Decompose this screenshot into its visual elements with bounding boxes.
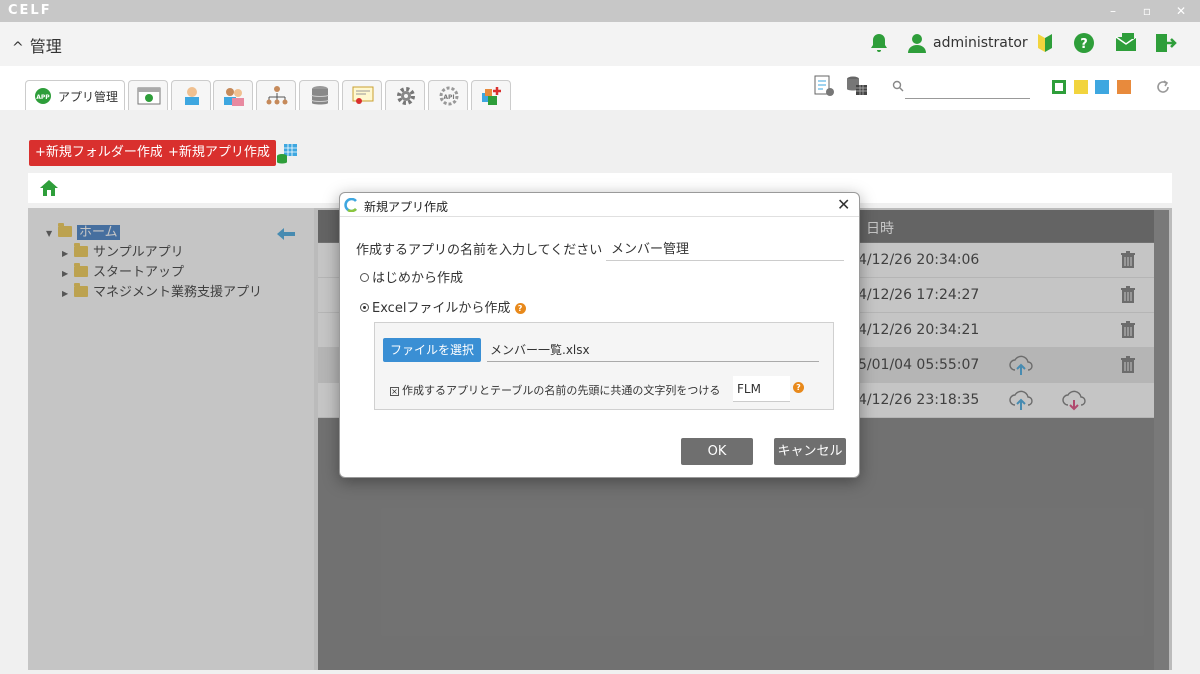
app-name-input[interactable] — [606, 234, 844, 261]
cancel-button[interactable]: キャンセル — [774, 438, 846, 465]
app-icon: APP — [35, 88, 51, 104]
color-swatch-yellow[interactable] — [1074, 80, 1088, 94]
radio-create-scratch[interactable]: はじめから作成 — [360, 267, 463, 286]
svg-text:?: ? — [1080, 37, 1088, 52]
minimize-button[interactable]: – — [1097, 0, 1129, 22]
close-window-button[interactable]: ✕ — [1165, 0, 1197, 22]
app-name-label: 作成するアプリの名前を入力してください — [356, 243, 603, 258]
restore-button[interactable]: ▫ — [1131, 0, 1163, 22]
color-swatch-blue[interactable] — [1095, 80, 1109, 94]
organization-icon — [266, 86, 288, 105]
tab-organization[interactable] — [256, 80, 296, 110]
toolbar: APP アプリ管理 API — [0, 66, 1200, 110]
prefix-checkbox[interactable]: × 作成するアプリとテーブルの名前の先頭に共通の文字列をつける — [390, 382, 720, 398]
color-swatch-green[interactable] — [1052, 80, 1066, 94]
chevron-up-icon: ^ — [12, 40, 24, 56]
search-icon — [892, 80, 904, 92]
bell-icon[interactable] — [867, 31, 891, 55]
app-logo: CELF — [8, 3, 52, 18]
dialog-titlebar: 新規アプリ作成 — [340, 193, 859, 217]
tab-group[interactable] — [213, 80, 253, 110]
beginner-mark-icon[interactable] — [1033, 31, 1057, 55]
window-titlebar: CELF – ▫ ✕ — [0, 0, 1200, 22]
tab-plugin[interactable] — [471, 80, 511, 110]
checkbox-checked[interactable]: × — [390, 387, 399, 396]
api-icon: API — [439, 86, 459, 106]
prefix-label: 作成するアプリとテーブルの名前の先頭に共通の文字列をつける — [402, 384, 721, 397]
header: ^ 管理 administrator ? — [0, 22, 1200, 66]
tab-user[interactable] — [171, 80, 211, 110]
svg-text:API: API — [443, 94, 454, 101]
user-icon[interactable] — [905, 31, 929, 55]
radio-button-selected[interactable] — [360, 303, 369, 312]
tab-database[interactable] — [299, 80, 339, 110]
help-icon[interactable]: ? — [793, 382, 804, 393]
radio-button[interactable] — [360, 273, 369, 282]
search-input[interactable] — [905, 98, 1030, 99]
user-icon — [185, 87, 199, 105]
new-folder-button[interactable]: +新規フォルダー作成 — [29, 140, 169, 166]
choose-file-button[interactable]: ファイルを選択 — [383, 338, 481, 362]
group-icon — [224, 88, 244, 106]
new-app-dialog: 新規アプリ作成 ✕ 作成するアプリの名前を入力してください はじめから作成 Ex… — [339, 192, 860, 478]
username-label[interactable]: administrator — [933, 35, 1028, 51]
tab-api[interactable]: API — [428, 80, 468, 110]
checklist-settings-icon[interactable] — [812, 74, 836, 98]
new-app-button[interactable]: +新規アプリ作成 — [162, 140, 276, 166]
radio-create-excel[interactable]: Excelファイルから作成 ? — [360, 297, 526, 316]
help-icon[interactable]: ? — [1072, 31, 1096, 55]
tab-label: アプリ管理 — [58, 90, 119, 104]
help-icon[interactable]: ? — [514, 303, 526, 314]
app-screen-icon — [137, 87, 161, 105]
plugin-icon — [482, 87, 501, 105]
page-title[interactable]: ^ 管理 — [12, 33, 62, 57]
ok-button[interactable]: OK — [681, 438, 753, 465]
file-name-field[interactable]: メンバー一覧.xlsx — [487, 338, 819, 362]
refresh-icon[interactable] — [1155, 79, 1171, 95]
database-table-icon[interactable] — [845, 74, 869, 98]
import-table-icon[interactable] — [275, 142, 299, 166]
tab-app-management[interactable]: APP アプリ管理 — [25, 80, 125, 110]
message-icon[interactable] — [1114, 31, 1138, 55]
excel-options-panel: ファイルを選択 メンバー一覧.xlsx × 作成するアプリとテーブルの名前の先頭に… — [374, 322, 834, 410]
tab-settings[interactable] — [385, 80, 425, 110]
database-icon — [311, 86, 329, 105]
prefix-input[interactable] — [733, 376, 790, 402]
certificate-icon — [352, 86, 374, 104]
tab-certificate[interactable] — [342, 80, 382, 110]
color-swatch-orange[interactable] — [1117, 80, 1131, 94]
svg-text:APP: APP — [36, 94, 50, 101]
radio-label: Excelファイルから作成 — [372, 301, 511, 316]
home-icon[interactable] — [39, 178, 59, 198]
tab-app-screen[interactable] — [128, 80, 168, 110]
dialog-title: 新規アプリ作成 — [364, 200, 449, 214]
gear-icon — [397, 87, 415, 105]
logout-icon[interactable] — [1153, 31, 1177, 55]
dialog-close-button[interactable]: ✕ — [837, 195, 850, 214]
radio-label: はじめから作成 — [372, 271, 464, 286]
section-title: 管理 — [29, 37, 62, 56]
celf-logo-icon — [344, 198, 357, 212]
